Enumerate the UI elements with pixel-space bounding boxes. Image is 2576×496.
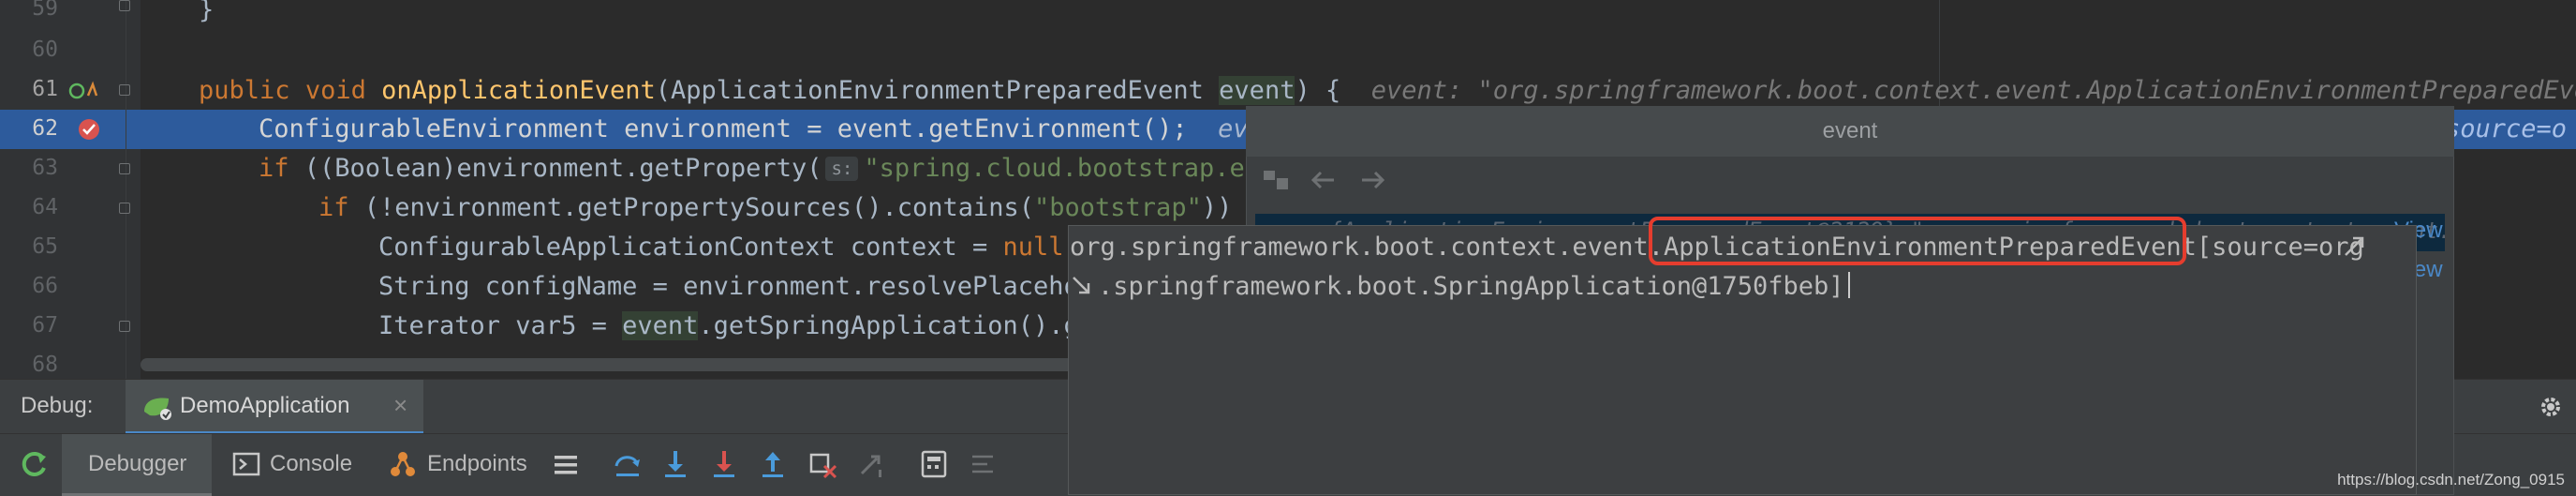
- keyword: null: [1002, 233, 1064, 262]
- tab-debugger-label: Debugger: [88, 451, 187, 476]
- code-line-61: public void onApplicationEvent(Applicati…: [141, 71, 2576, 111]
- string-literal: "bootstrap": [1034, 193, 1202, 222]
- force-step-into-icon[interactable]: [710, 449, 738, 479]
- code-text: ConfigurableApplicationContext context =: [378, 233, 1003, 262]
- run-to-cursor-icon: [860, 455, 881, 477]
- close-tab-icon[interactable]: ×: [393, 391, 407, 420]
- line-number: 66: [32, 274, 58, 298]
- tab-endpoints[interactable]: Endpoints: [427, 451, 527, 477]
- code-text: String configName = environment.resolveP…: [378, 272, 1079, 301]
- line-number: 67: [32, 313, 58, 338]
- param-event: event: [622, 311, 699, 340]
- fold-marker-icon[interactable]: [119, 203, 130, 214]
- tooltip-text: .springframework.boot.SpringApplication@…: [1098, 272, 1844, 301]
- horizontal-scrollbar[interactable]: [141, 358, 1077, 371]
- popup-title: event: [1822, 118, 1878, 143]
- line-number: 60: [32, 38, 58, 62]
- rerun-icon[interactable]: [19, 447, 51, 479]
- popup-title-bar[interactable]: event: [1246, 106, 2454, 157]
- code-text: (ApplicationEnvironmentPreparedEvent: [655, 76, 1220, 105]
- line-number: 62: [32, 116, 58, 141]
- step-into-icon[interactable]: [661, 449, 689, 479]
- forward-arrow-icon[interactable]: [1358, 169, 1386, 191]
- tab-console[interactable]: Console: [270, 451, 352, 477]
- string-literal: "spring.cloud.bootstrap.en: [864, 154, 1260, 183]
- annotation-highlight-box: [1649, 217, 2186, 265]
- value-tooltip: [1068, 225, 2417, 495]
- breakpoint-icon[interactable]: [77, 116, 103, 143]
- parameter-hint: s:: [825, 157, 859, 181]
- method-name: onApplicationEvent: [381, 76, 656, 105]
- back-arrow-icon[interactable]: [1310, 169, 1338, 191]
- keyword: public: [199, 76, 290, 105]
- fold-marker-icon[interactable]: [119, 321, 130, 332]
- code-text: ConfigurableEnvironment environment = ev…: [259, 114, 1188, 143]
- step-out-icon[interactable]: [759, 449, 787, 479]
- spring-boot-app-icon: [144, 398, 171, 420]
- expand-arrow-icon[interactable]: [1070, 274, 1094, 298]
- menu-lines-icon[interactable]: [553, 453, 579, 477]
- inline-debug-value: source=o: [2445, 114, 2568, 143]
- tooltip-line-2: .springframework.boot.SpringApplication@…: [1098, 272, 1850, 301]
- drop-frame-icon[interactable]: [807, 449, 837, 479]
- settings-gear-icon[interactable]: [2537, 393, 2565, 421]
- line-number: 61: [32, 77, 58, 101]
- fold-marker-icon[interactable]: [119, 84, 130, 96]
- line-number: 68: [32, 353, 58, 377]
- collapse-arrow-icon[interactable]: [2342, 234, 2366, 259]
- code-text: ) {: [1295, 76, 1341, 105]
- code-line-59: }: [141, 0, 2576, 30]
- text-caret: [1847, 272, 1850, 298]
- keyword: if: [318, 193, 349, 222]
- override-method-icon[interactable]: [67, 79, 101, 103]
- line-number: 64: [32, 195, 58, 219]
- code-text: }: [199, 0, 215, 24]
- keyword: if: [259, 154, 289, 183]
- code-text: .getSpringApplication().g: [698, 311, 1079, 340]
- fold-marker-icon[interactable]: [119, 163, 130, 174]
- line-number: 63: [32, 156, 58, 180]
- debug-session-name: DemoApplication: [180, 393, 350, 418]
- code-text: Iterator var5 =: [378, 311, 623, 340]
- step-over-icon[interactable]: [613, 449, 643, 479]
- trace-icon: [972, 455, 993, 473]
- tooltip-text: [source=org: [2196, 233, 2364, 262]
- param-event: event: [1219, 76, 1295, 105]
- evaluate-expression-icon[interactable]: [920, 449, 948, 479]
- console-icon: [232, 452, 260, 476]
- code-text: (!environment.getPropertySources().conta…: [348, 193, 1035, 222]
- endpoints-icon: [391, 452, 415, 476]
- inline-debug-value: event: "org.springframework.boot.context…: [1370, 76, 2576, 105]
- tree-view-icon[interactable]: [1261, 165, 1291, 195]
- fold-marker-icon[interactable]: [119, 0, 130, 11]
- line-number: 65: [32, 234, 58, 259]
- watermark: https://blog.csdn.net/Zong_0915: [2337, 471, 2565, 488]
- keyword: void: [304, 76, 366, 105]
- line-number: 59: [32, 0, 58, 21]
- code-text: ((Boolean)environment.getProperty(: [289, 154, 822, 183]
- debug-label: Debug:: [21, 393, 94, 418]
- tooltip-text: org.springframework.boot.context.event.: [1070, 233, 1664, 262]
